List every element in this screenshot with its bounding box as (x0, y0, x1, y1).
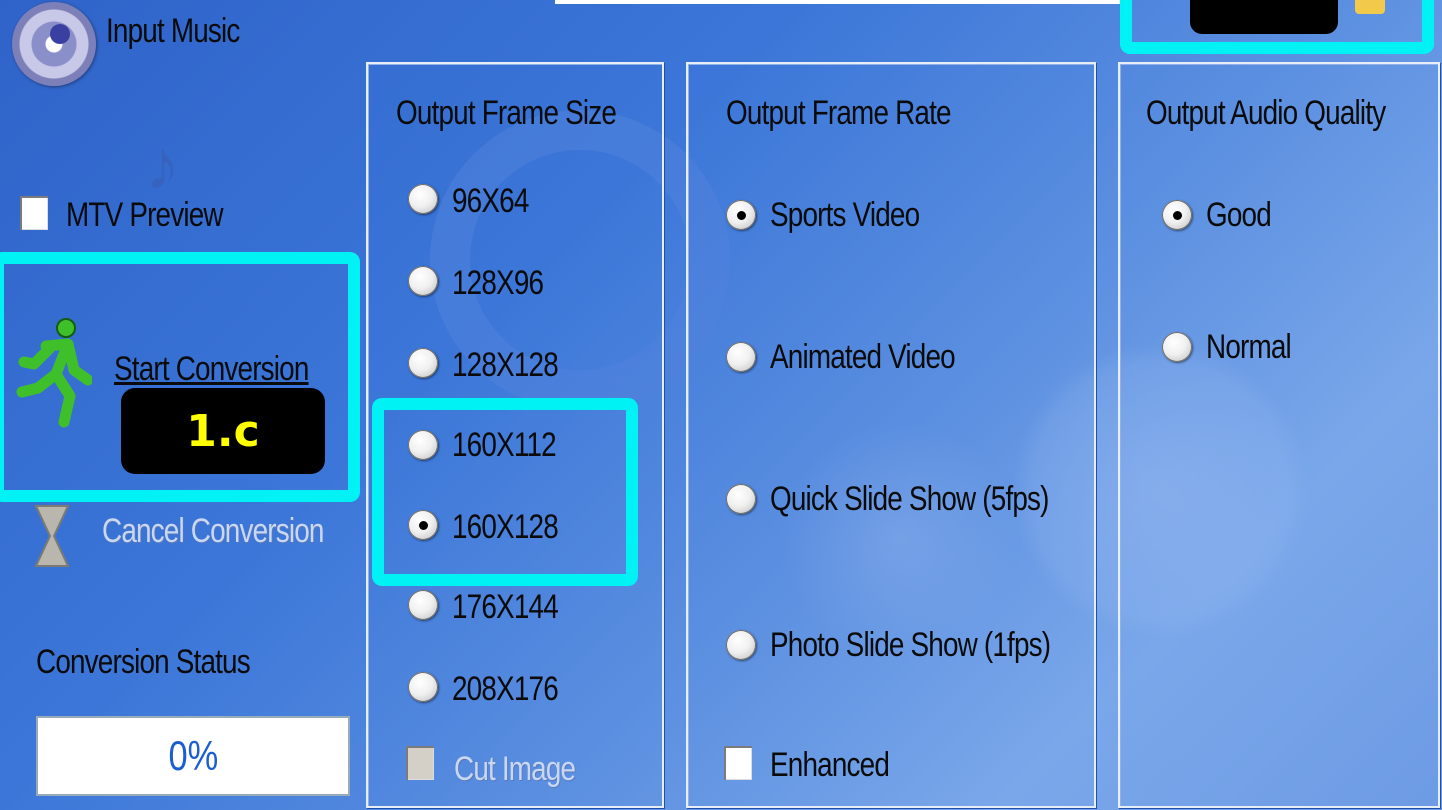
hourglass-icon (34, 504, 70, 568)
frame-size-option-label[interactable]: 208X176 (452, 670, 559, 709)
audio-quality-radio-good[interactable] (1162, 200, 1192, 230)
frame-size-radio-160x128[interactable] (408, 510, 438, 540)
mtv-preview-checkbox[interactable] (20, 196, 48, 230)
input-music-label[interactable]: Input Music (106, 12, 240, 51)
conversion-progress-box: 0% (36, 716, 350, 796)
audio-quality-panel (1118, 62, 1440, 808)
hourglass-svg (34, 505, 70, 567)
audio-quality-radio-normal[interactable] (1162, 332, 1192, 362)
frame-rate-option-label[interactable]: Animated Video (770, 338, 956, 377)
audio-quality-title: Output Audio Quality (1146, 94, 1386, 132)
frame-rate-title: Output Frame Rate (726, 94, 952, 132)
start-conversion-label[interactable]: Start Conversion (114, 350, 309, 389)
frame-size-option-label[interactable]: 160X112 (452, 426, 557, 465)
music-note-decoration-icon: ♪ (145, 126, 180, 204)
step-badge: 1.c (121, 388, 325, 474)
frame-size-radio-128x96[interactable] (408, 266, 438, 296)
frame-rate-radio-photo-slide-show[interactable] (726, 630, 756, 660)
top-right-black-control[interactable] (1190, 0, 1338, 34)
frame-size-radio-160x112[interactable] (408, 430, 438, 460)
cancel-conversion-label[interactable]: Cancel Conversion (102, 512, 324, 551)
audio-quality-option-label[interactable]: Good (1206, 196, 1272, 235)
enhanced-label[interactable]: Enhanced (770, 746, 890, 785)
frame-size-radio-96x64[interactable] (408, 184, 438, 214)
frame-rate-option-label[interactable]: Sports Video (770, 196, 920, 235)
frame-rate-radio-quick-slide-show[interactable] (726, 484, 756, 514)
mtv-preview-label[interactable]: MTV Preview (66, 196, 224, 235)
music-cd-icon (12, 2, 96, 86)
frame-size-radio-128x128[interactable] (408, 348, 438, 378)
top-divider-line (555, 0, 1120, 4)
frame-rate-option-label[interactable]: Quick Slide Show (5fps) (770, 480, 1049, 519)
frame-size-option-label[interactable]: 96X64 (452, 182, 529, 221)
cut-image-checkbox[interactable] (406, 746, 434, 780)
frame-size-radio-208x176[interactable] (408, 672, 438, 702)
frame-rate-radio-animated-video[interactable] (726, 342, 756, 372)
frame-rate-panel (686, 62, 1096, 808)
enhanced-checkbox[interactable] (724, 746, 752, 780)
frame-size-option-label[interactable]: 160X128 (452, 508, 559, 547)
audio-quality-option-label[interactable]: Normal (1206, 328, 1292, 367)
frame-rate-radio-sports-video[interactable] (726, 200, 756, 230)
conversion-status-label: Conversion Status (36, 643, 251, 681)
folder-icon[interactable] (1355, 0, 1385, 14)
running-man-svg (16, 318, 94, 428)
frame-size-radio-176x144[interactable] (408, 590, 438, 620)
running-man-icon[interactable] (16, 318, 94, 428)
frame-size-option-label[interactable]: 128X96 (452, 264, 544, 303)
progress-value: 0% (168, 732, 218, 779)
music-note-icon (50, 24, 70, 44)
frame-size-option-label[interactable]: 128X128 (452, 346, 559, 385)
frame-size-option-label[interactable]: 176X144 (452, 588, 559, 627)
frame-size-title: Output Frame Size (396, 94, 617, 132)
frame-rate-option-label[interactable]: Photo Slide Show (1fps) (770, 626, 1051, 665)
cut-image-label[interactable]: Cut Image (454, 750, 576, 789)
